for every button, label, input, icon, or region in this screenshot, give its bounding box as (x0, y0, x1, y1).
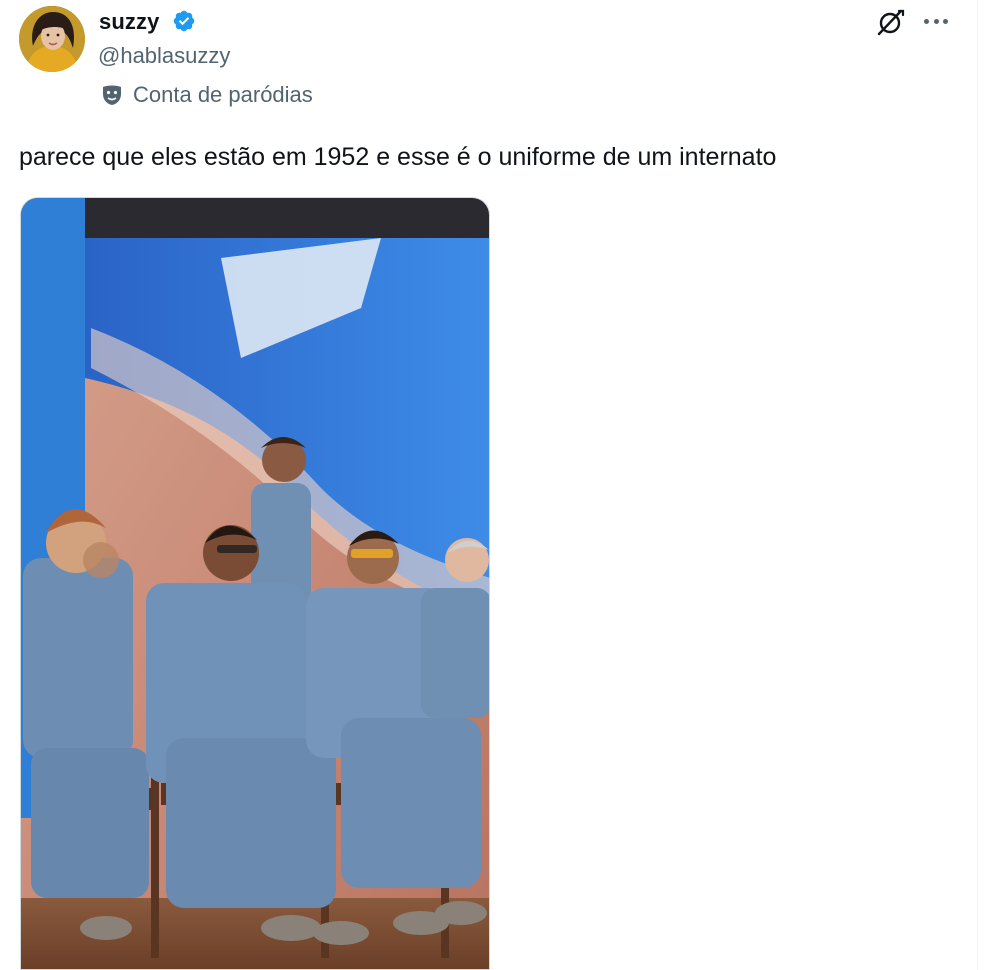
grok-icon[interactable] (874, 6, 906, 38)
tweet-card: suzzy @hablasuzzy Conta de paródias pare… (0, 0, 984, 970)
user-handle[interactable]: @hablasuzzy (98, 43, 230, 69)
tweet-text: parece que eles estão em 1952 e esse é o… (19, 143, 777, 171)
parody-label-row: Conta de paródias (100, 81, 313, 109)
more-dot (924, 18, 929, 24)
verified-badge-icon (173, 10, 195, 32)
mask-icon (103, 85, 121, 105)
more-dot (943, 18, 948, 24)
parody-label: Conta de paródias (133, 82, 313, 107)
more-icon[interactable] (922, 10, 950, 32)
tweet-photo[interactable] (20, 197, 490, 970)
avatar[interactable] (19, 6, 85, 72)
more-dot (933, 18, 939, 24)
display-name[interactable]: suzzy (99, 9, 159, 35)
timeline-border (977, 0, 978, 970)
